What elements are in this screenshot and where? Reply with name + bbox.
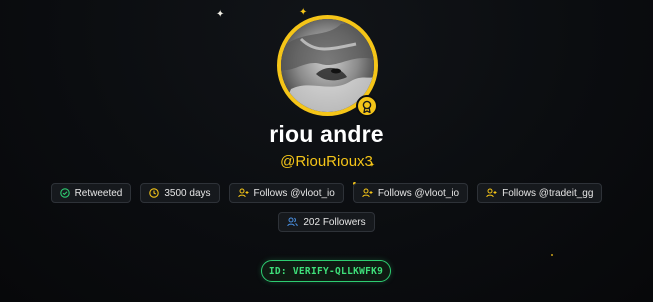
chip-label: 202 Followers [303,216,366,228]
chip-label: 3500 days [164,187,211,199]
award-ribbon-icon [362,100,372,113]
stats-chips-row: Retweeted 3500 days Follows @vloot_io Fo… [0,183,653,203]
chip-follows: Follows @tradeit_gg [477,183,603,203]
chip-label: Retweeted [74,187,123,199]
verify-id-badge[interactable]: ID: VERIFY-QLLKWFK9 [261,260,391,282]
followers-chip-row: 202 Followers [0,212,653,232]
award-badge [356,95,378,117]
chip-account-age: 3500 days [140,183,220,203]
chip-label: Follows @vloot_io [377,187,460,199]
user-plus-icon [486,188,497,198]
avatar-container [277,15,378,117]
user-plus-icon [237,188,249,198]
profile-name: riou andre [269,121,384,147]
chip-follows: Follows @vloot_io [352,183,469,203]
clock-icon [149,188,160,198]
chip-follows: Follows @vloot_io [228,183,344,203]
chip-label: Follows @tradeit_gg [502,187,594,199]
sparkle-dot [551,254,553,256]
chip-label: Follows @vloot_io [253,187,335,199]
chip-retweeted: Retweeted [50,183,132,203]
chip-followers: 202 Followers [278,212,375,232]
users-icon [287,217,299,227]
user-plus-icon [362,188,373,198]
sparkle-icon: ✦ [216,9,225,20]
profile-handle[interactable]: @RiouRioux3 [0,153,653,170]
check-circle-icon [59,188,70,198]
